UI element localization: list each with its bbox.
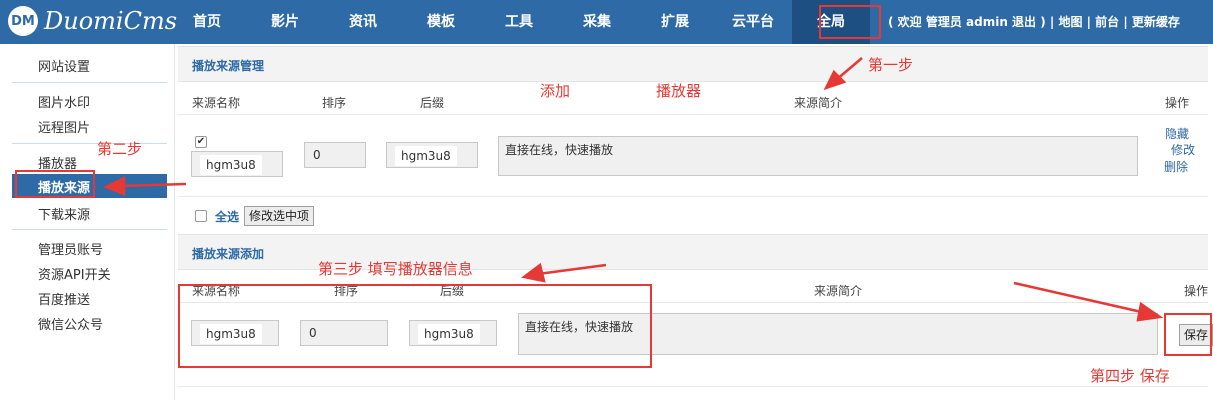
source-name-input[interactable]: hgm3u8: [191, 151, 283, 177]
sidebar-item-baidu-push[interactable]: 百度推送: [38, 289, 90, 308]
input-value: hgm3u8: [395, 146, 457, 166]
intro-textarea[interactable]: 直接在线，快速播放: [498, 136, 1138, 176]
row-divider: [178, 196, 1208, 197]
edit-link[interactable]: 修改: [1171, 141, 1195, 158]
nav-tools[interactable]: 工具: [480, 0, 558, 44]
suffix-input[interactable]: hgm3u8: [386, 142, 478, 168]
logo-text: DuomiCms: [44, 7, 178, 35]
sidebar-item-api-switch[interactable]: 资源API开关: [38, 264, 111, 283]
annotation-step4: 第四步 保存: [1090, 367, 1170, 385]
annotation-step3: 第三步 填写播放器信息: [318, 260, 473, 278]
logo[interactable]: DM DuomiCms: [8, 6, 177, 36]
sidebar-item-admin-account[interactable]: 管理员账号: [38, 239, 103, 258]
top-bar: DM DuomiCms 首页 影片 资讯 模板 工具 采集 扩展 云平台 全局 …: [0, 0, 1213, 44]
sidebar-item-download-source[interactable]: 下载来源: [38, 204, 90, 223]
sidebar-divider: [12, 143, 167, 144]
col-head-actions: 操作: [1184, 284, 1209, 298]
select-all-checkbox[interactable]: [195, 210, 207, 222]
nav-extend[interactable]: 扩展: [636, 0, 714, 44]
section-title: 播放来源添加: [192, 247, 265, 261]
highlight-box-form: [178, 284, 652, 368]
nav-movies[interactable]: 影片: [246, 0, 324, 44]
col-head-name: 来源名称: [192, 96, 241, 110]
highlight-box-play-source: [15, 170, 95, 198]
sidebar: 网站设置 图片水印 远程图片 播放器 播放来源 下载来源 管理员账号 资源API…: [0, 44, 175, 400]
sidebar-item-wechat[interactable]: 微信公众号: [38, 314, 103, 333]
hide-link[interactable]: 隐藏: [1165, 125, 1189, 142]
col-head-actions: 操作: [1165, 96, 1190, 110]
input-value: hgm3u8: [200, 155, 262, 175]
col-head-intro: 来源简介: [794, 96, 843, 110]
sidebar-item-remote-images[interactable]: 远程图片: [38, 117, 90, 136]
col-head-order: 排序: [322, 96, 347, 110]
sidebar-divider: [12, 229, 167, 230]
nav-cloud[interactable]: 云平台: [714, 0, 792, 44]
main-nav: 首页 影片 资讯 模板 工具 采集 扩展 云平台 全局: [168, 0, 870, 44]
logo-badge-icon: DM: [8, 6, 38, 36]
user-bar[interactable]: ( 欢迎 管理员 admin 退出 ) | 地图 | 前台 | 更新缓存: [888, 0, 1180, 44]
nav-templates[interactable]: 模板: [402, 0, 480, 44]
col-head-intro: 来源简介: [814, 284, 863, 298]
sidebar-divider: [12, 82, 167, 83]
col-head-suffix: 后缀: [420, 96, 445, 110]
annotation-step1: 第一步: [868, 56, 914, 74]
annotation-step2: 第二步: [97, 140, 143, 158]
row-checkbox[interactable]: ✔: [195, 136, 207, 148]
sidebar-item-site-settings[interactable]: 网站设置: [38, 56, 90, 75]
nav-collect[interactable]: 采集: [558, 0, 636, 44]
section-header-manage: 播放来源管理: [178, 46, 1208, 82]
delete-link[interactable]: 删除: [1164, 158, 1188, 175]
row-divider: [178, 114, 1208, 115]
annotation-player: 播放器: [656, 82, 702, 100]
highlight-box-save: [1164, 313, 1212, 356]
annotation-add: 添加: [540, 82, 571, 100]
nav-news[interactable]: 资讯: [324, 0, 402, 44]
modify-selected-button[interactable]: 修改选中项: [244, 206, 315, 226]
highlight-box-global: [819, 5, 881, 39]
sidebar-item-watermark[interactable]: 图片水印: [38, 92, 90, 111]
section-title: 播放来源管理: [192, 59, 265, 73]
order-input[interactable]: 0: [304, 142, 366, 168]
select-all-label[interactable]: 全选: [215, 208, 239, 225]
row-divider: [178, 386, 1208, 387]
nav-home[interactable]: 首页: [168, 0, 246, 44]
